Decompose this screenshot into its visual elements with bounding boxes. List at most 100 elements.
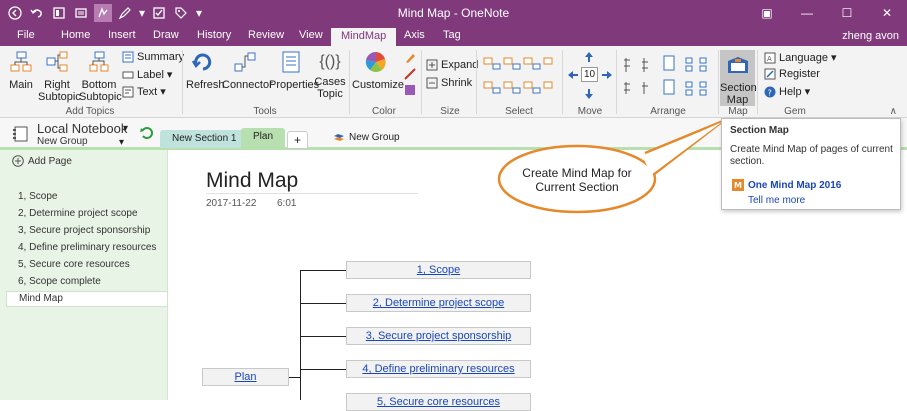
- main-topic-button[interactable]: Main: [7, 50, 35, 91]
- refresh-label: Refresh: [186, 79, 225, 91]
- connector-label: Connector: [222, 79, 273, 91]
- tab-file[interactable]: File: [17, 29, 35, 41]
- user-name[interactable]: zheng avon: [842, 30, 899, 42]
- mindmap-node[interactable]: 4, Define preliminary resources: [346, 360, 531, 378]
- page-item-selected[interactable]: Mind Map: [6, 291, 168, 307]
- page-title[interactable]: Mind Map: [206, 169, 298, 193]
- refresh-icon: [191, 53, 212, 71]
- collapse-ribbon-icon[interactable]: ∧: [890, 106, 897, 117]
- register-label: Register: [779, 68, 820, 80]
- move-down-icon[interactable]: [583, 88, 595, 100]
- cases-topic-button[interactable]: {()} Cases Topic: [314, 50, 346, 100]
- text-dropdown-icon[interactable]: ▾: [160, 85, 166, 98]
- move-right-icon[interactable]: [601, 69, 613, 81]
- divider: [476, 50, 477, 114]
- summary-icon: [122, 51, 134, 63]
- section-map-tooltip: Section Map Create Mind Map of pages of …: [721, 118, 901, 210]
- text-button[interactable]: Text ▾: [122, 85, 166, 98]
- properties-label: Properties: [269, 79, 320, 91]
- language-label: Language: [779, 51, 828, 64]
- mindmap-root-node[interactable]: Plan: [202, 368, 289, 386]
- ribbon-options-icon[interactable]: ▣: [747, 0, 787, 26]
- language-button[interactable]: A Language ▾: [764, 51, 836, 64]
- label-icon: [122, 71, 134, 78]
- new-group-label: New Group: [349, 132, 400, 143]
- arrange-layout-icons[interactable]: [622, 54, 714, 98]
- tooltip-link[interactable]: M One Mind Map 2016: [732, 179, 841, 191]
- notebook-dropdown-icon[interactable]: ▾: [123, 123, 128, 134]
- tab-home[interactable]: Home: [61, 29, 90, 41]
- tab-insert[interactable]: Insert: [108, 29, 136, 41]
- tab-axis[interactable]: Axis: [404, 29, 425, 41]
- page-date: 2017-11-22: [206, 198, 257, 209]
- new-group-button[interactable]: New Group: [333, 132, 400, 143]
- properties-button[interactable]: Properties: [269, 50, 320, 91]
- tab-history[interactable]: History: [197, 29, 231, 41]
- move-step-input[interactable]: 10: [581, 67, 598, 82]
- connector-button[interactable]: Connector: [222, 50, 273, 91]
- fill-color-icon[interactable]: [404, 84, 416, 96]
- tell-me-more-link[interactable]: Tell me more: [748, 195, 805, 206]
- select-layout-icons[interactable]: [482, 54, 560, 98]
- add-page-button[interactable]: Add Page: [12, 155, 72, 167]
- page-item[interactable]: 3, Secure project sponsorship: [18, 225, 150, 236]
- properties-icon: [282, 51, 300, 73]
- refresh-button[interactable]: Refresh: [186, 50, 225, 91]
- tab-draw[interactable]: Draw: [153, 29, 179, 41]
- tab-tag[interactable]: Tag: [443, 29, 461, 41]
- add-section-button[interactable]: +: [287, 131, 309, 149]
- expand-button[interactable]: Expand: [426, 59, 478, 71]
- minimize-icon[interactable]: —: [787, 0, 827, 26]
- maximize-icon[interactable]: ☐: [827, 0, 867, 26]
- color-wheel-icon: [365, 51, 386, 72]
- notebook-name[interactable]: Local Notebook: [37, 121, 127, 136]
- sync-icon[interactable]: [139, 126, 153, 140]
- section-group-icon: [334, 133, 344, 141]
- mindmap-node[interactable]: 1, Scope: [346, 261, 531, 279]
- group-dropdown-icon[interactable]: ▾: [119, 137, 124, 148]
- help-button[interactable]: ? Help ▾: [764, 85, 810, 98]
- section-tab-plan[interactable]: Plan: [241, 128, 286, 149]
- notebook-icon[interactable]: [12, 126, 30, 142]
- page-item[interactable]: 4, Define preliminary resources: [18, 242, 156, 253]
- bottom-subtopic-button[interactable]: Bottom Subtopic: [79, 50, 122, 103]
- mindmap-node[interactable]: 5, Secure core resources: [346, 393, 531, 411]
- page-item[interactable]: 1, Scope: [18, 191, 57, 202]
- section-map-label: Section Map: [720, 82, 757, 106]
- tab-view[interactable]: View: [299, 29, 323, 41]
- page-item[interactable]: 2, Determine project scope: [18, 208, 138, 219]
- label-dropdown-icon[interactable]: ▾: [167, 68, 173, 81]
- label-button[interactable]: Label ▾: [122, 68, 172, 81]
- tools-group-label: Tools: [253, 106, 277, 117]
- tab-review[interactable]: Review: [248, 29, 284, 41]
- tab-mindmap[interactable]: MindMap: [331, 28, 397, 46]
- color-group-label: Color: [372, 106, 396, 117]
- move-left-icon[interactable]: [567, 69, 579, 81]
- shrink-button[interactable]: Shrink: [426, 77, 472, 89]
- expand-icon: [426, 59, 438, 71]
- tooltip-description: Create Mind Map of pages of current sect…: [730, 144, 893, 167]
- svg-text:A: A: [767, 55, 772, 63]
- add-page-icon: [12, 155, 24, 167]
- help-dropdown-icon[interactable]: ▾: [805, 85, 811, 98]
- section-tab-new-section-1[interactable]: New Section 1: [160, 130, 249, 148]
- language-dropdown-icon[interactable]: ▾: [831, 51, 837, 64]
- register-button[interactable]: Register: [764, 68, 820, 80]
- connector-line: [300, 303, 346, 304]
- page-item[interactable]: 5, Secure core resources: [18, 259, 130, 270]
- page-item[interactable]: 6, Scope complete: [18, 276, 101, 287]
- summary-button[interactable]: Summary: [122, 51, 184, 63]
- line-color-icon[interactable]: [404, 68, 416, 80]
- text-label: Text: [137, 85, 158, 98]
- register-icon: [764, 68, 776, 80]
- page-list: Add Page 1, Scope 2, Determine project s…: [0, 150, 168, 400]
- customize-button[interactable]: Customize: [352, 50, 404, 91]
- close-icon[interactable]: ✕: [867, 0, 907, 26]
- language-icon: A: [764, 52, 776, 63]
- move-up-icon[interactable]: [583, 51, 595, 63]
- right-subtopic-button[interactable]: Right Subtopic: [38, 50, 81, 103]
- pen-color-icon[interactable]: [404, 52, 416, 64]
- section-map-button[interactable]: Section Map: [720, 50, 757, 106]
- mindmap-node[interactable]: 3, Secure project sponsorship: [346, 327, 531, 345]
- mindmap-node[interactable]: 2, Determine project scope: [346, 294, 531, 312]
